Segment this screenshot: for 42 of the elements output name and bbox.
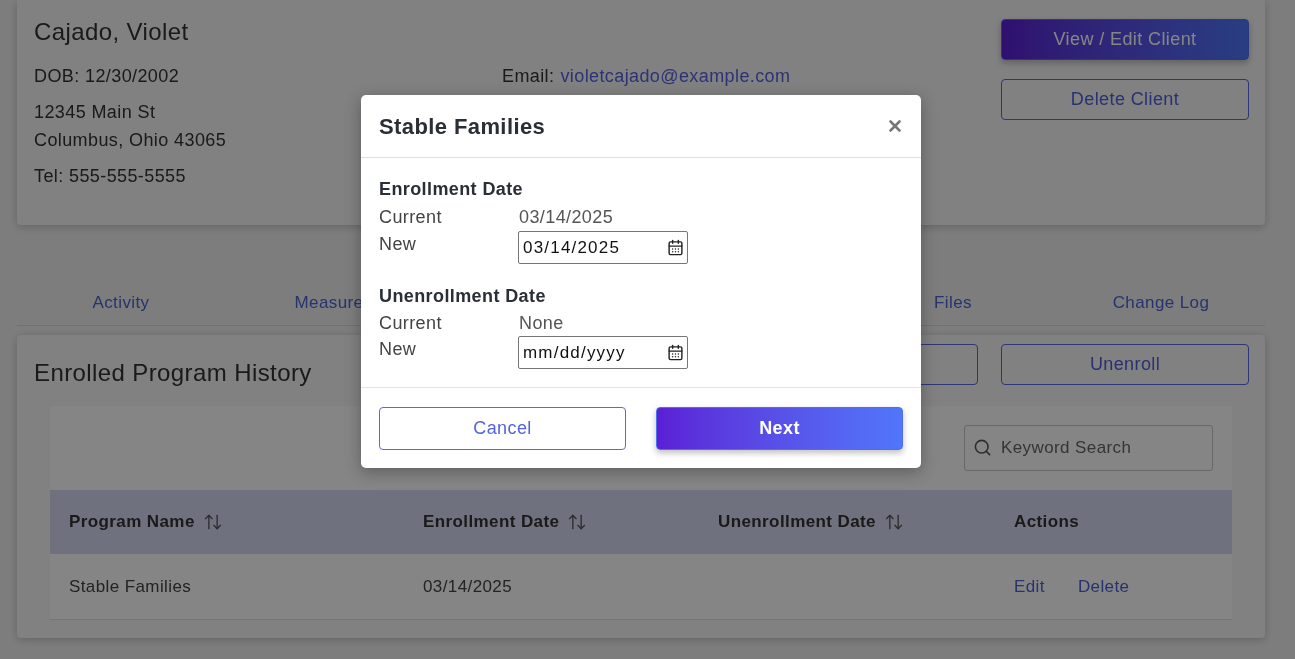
current-value: 03/14/2025 xyxy=(519,206,614,229)
action-link[interactable]: Edit xyxy=(1008,573,1051,600)
action-link[interactable]: Delete xyxy=(1071,573,1136,600)
tab[interactable]: Files xyxy=(934,283,972,325)
client-name: Cajado, Violet xyxy=(34,18,189,46)
delete-client-button[interactable]: Delete Client xyxy=(1001,79,1249,120)
close-button[interactable] xyxy=(886,117,904,135)
tab[interactable]: Activity xyxy=(92,283,150,325)
close-icon xyxy=(886,117,904,135)
field-label: New xyxy=(379,234,417,254)
tab[interactable]: Measure xyxy=(294,283,364,325)
search-field[interactable]: Keyword Search xyxy=(964,425,1213,471)
current-value: None xyxy=(519,312,564,335)
phone-text: Tel: 555-555-5555 xyxy=(34,165,186,188)
email-label: Email: xyxy=(502,65,555,88)
address-line: Columbus, Ohio 43065 xyxy=(34,129,227,152)
dob-text: DOB: 12/30/2002 xyxy=(34,65,180,88)
field-label: Current xyxy=(379,207,442,227)
search-icon xyxy=(973,438,992,457)
section-title: Enrolled Program History xyxy=(34,359,312,387)
unenroll-button[interactable]: Unenroll xyxy=(1001,344,1249,385)
view-edit-client-button[interactable]: View / Edit Client xyxy=(1001,19,1249,60)
calendar-icon xyxy=(667,239,684,256)
next-button[interactable]: Next xyxy=(656,407,903,450)
calendar-icon xyxy=(667,344,684,361)
column-header: Actions xyxy=(1014,511,1080,534)
address-line: 12345 Main St xyxy=(34,101,156,124)
modal-title: Stable Families xyxy=(379,112,546,141)
date-field[interactable]: 03/14/2025 xyxy=(518,231,688,264)
column-header[interactable]: Program Name xyxy=(69,509,223,535)
email-link[interactable]: violetcajado@example.com xyxy=(560,64,791,88)
cancel-button[interactable]: Cancel xyxy=(379,407,626,450)
table-cell: 03/14/2025 xyxy=(423,576,513,596)
section-heading: Enrollment Date xyxy=(379,178,524,200)
field-label: New xyxy=(379,339,417,359)
field-label: Current xyxy=(379,313,442,333)
tab[interactable]: Change Log xyxy=(1112,283,1210,325)
date-field[interactable]: mm/dd/yyyy xyxy=(518,336,688,369)
section-heading: Unenrollment Date xyxy=(379,285,546,307)
table-cell: Stable Families xyxy=(69,576,192,596)
column-header[interactable]: Enrollment Date xyxy=(423,509,588,535)
column-header[interactable]: Unenrollment Date xyxy=(718,509,904,535)
